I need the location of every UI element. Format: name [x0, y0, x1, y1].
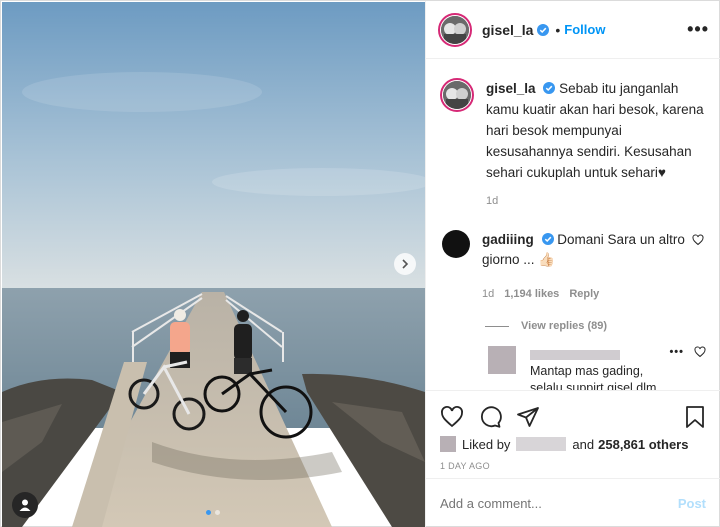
like-button[interactable] — [440, 405, 464, 429]
post-details-panel: gisel_la • Follow ••• gisel_la Sebab itu… — [425, 1, 720, 527]
comment-time[interactable]: 1d — [482, 284, 494, 304]
post-photo[interactable] — [2, 2, 425, 527]
reply-item: Mantap mas gading, selalu suppirt gisel … — [488, 346, 706, 390]
liked-by-avatar-redacted[interactable] — [440, 436, 456, 452]
action-icons — [426, 391, 720, 433]
reply-text: Mantap mas gading, selalu suppirt gisel … — [530, 364, 657, 390]
reply-body: Mantap mas gading, selalu suppirt gisel … — [530, 346, 670, 390]
caption-time[interactable]: 1d — [486, 191, 706, 212]
carousel-dot-active — [206, 510, 211, 515]
comments-list[interactable]: gisel_la Sebab itu janganlah kamu kuatir… — [426, 60, 720, 390]
heart-icon[interactable] — [692, 234, 704, 246]
carousel-dots — [206, 510, 220, 515]
reply-username-redacted — [530, 349, 620, 360]
more-options-button[interactable]: ••• — [687, 19, 709, 40]
liked-by-user-redacted[interactable] — [516, 437, 567, 451]
verified-badge-icon — [541, 233, 554, 245]
save-button[interactable] — [684, 405, 706, 429]
divider — [485, 325, 509, 327]
comment-reply-button[interactable]: Reply — [569, 284, 599, 304]
liked-by-prefix: Liked by — [462, 436, 511, 452]
next-photo-button[interactable] — [394, 253, 416, 275]
follow-button[interactable]: Follow — [564, 22, 605, 37]
liked-by-and: and — [572, 436, 595, 452]
photo-scene — [2, 2, 425, 527]
author-username[interactable]: gisel_la — [482, 22, 533, 38]
comment-likes[interactable]: 1,194 likes — [504, 284, 559, 304]
view-replies-button[interactable]: View replies (89) — [485, 320, 706, 332]
heart-icon[interactable] — [694, 346, 706, 358]
heart-icon — [441, 406, 463, 428]
commenter-avatar[interactable] — [442, 230, 470, 258]
reply-avatar-redacted[interactable] — [488, 346, 516, 374]
person-icon — [19, 499, 31, 511]
post-modal: gisel_la • Follow ••• gisel_la Sebab itu… — [0, 0, 720, 527]
post-comment-button[interactable]: Post — [678, 496, 706, 511]
post-caption: gisel_la Sebab itu janganlah kamu kuatir… — [440, 78, 706, 212]
post-actions: Liked by and 258,861 others 1 DAY AGO Po… — [426, 390, 720, 527]
liked-by: Liked by and 258,861 others — [426, 433, 720, 455]
view-replies-label: View replies (89) — [521, 320, 608, 332]
commenter-username[interactable]: gadiiing — [482, 232, 534, 247]
comment-button[interactable] — [478, 405, 502, 429]
share-button[interactable] — [516, 405, 540, 429]
comment-meta: 1d 1,194 likes Reply — [482, 284, 698, 304]
reply-actions: ••• — [669, 346, 706, 358]
author-avatar[interactable] — [438, 12, 472, 47]
verified-badge-icon — [537, 23, 550, 36]
add-comment-bar: Post — [426, 478, 720, 527]
carousel-dot — [215, 510, 220, 515]
chevron-right-icon — [402, 259, 409, 269]
post-timestamp[interactable]: 1 DAY AGO — [426, 455, 720, 471]
liked-by-count[interactable]: 258,861 others — [598, 437, 688, 452]
avatar-image — [441, 15, 469, 44]
tagged-users-button[interactable] — [12, 492, 38, 518]
post-header: gisel_la • Follow ••• — [426, 1, 720, 59]
comment-item: gadiiing Domani Sara un altro giorno ...… — [440, 230, 706, 304]
send-icon — [517, 407, 539, 427]
caption-avatar[interactable] — [440, 78, 474, 112]
caption-body: gisel_la Sebab itu janganlah kamu kuatir… — [486, 78, 706, 212]
comment-body: gadiiing Domani Sara un altro giorno ...… — [482, 230, 698, 304]
verified-badge-icon — [543, 82, 556, 94]
more-options-button[interactable]: ••• — [669, 346, 684, 358]
avatar-image — [443, 81, 471, 109]
comment-bubble-icon — [481, 406, 502, 428]
bookmark-icon — [686, 406, 704, 428]
comment-input[interactable] — [440, 496, 678, 511]
caption-username[interactable]: gisel_la — [486, 81, 536, 96]
